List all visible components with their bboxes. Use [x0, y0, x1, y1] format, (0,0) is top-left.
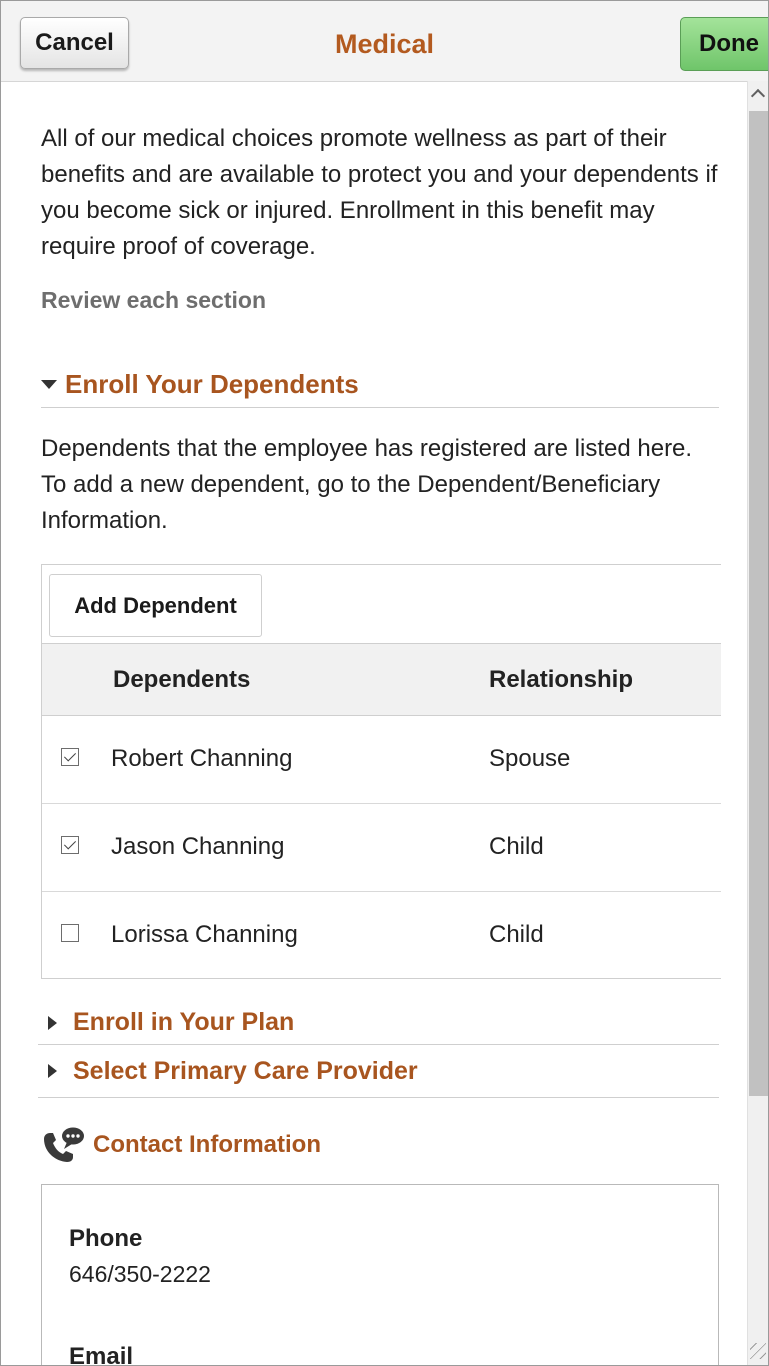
dependents-grid: Add Dependent Dependents Relationship Ro… — [41, 564, 721, 979]
page-title: Medical — [334, 29, 435, 59]
table-row: Jason Channing Child — [42, 803, 721, 892]
column-header-relationship: Relationship — [489, 666, 634, 693]
email-label: Email — [69, 1343, 134, 1366]
dependent-name: Lorissa Channing — [111, 921, 298, 948]
dependent-relationship: Spouse — [489, 745, 571, 772]
section-enroll-dependents-label: Enroll Your Dependents — [65, 368, 359, 399]
section-enroll-plan[interactable]: Enroll in Your Plan — [38, 1001, 719, 1045]
table-row: Lorissa Channing Child — [42, 891, 721, 979]
contact-information-label: Contact Information — [93, 1131, 321, 1158]
triangle-right-icon — [48, 1064, 57, 1078]
section-primary-care[interactable]: Select Primary Care Provider — [38, 1045, 719, 1098]
dependent-name: Robert Channing — [111, 745, 293, 772]
checkbox-icon[interactable] — [61, 924, 79, 942]
phone-chat-icon — [44, 1127, 84, 1162]
checkbox-icon[interactable] — [61, 836, 79, 854]
dependent-name: Jason Channing — [111, 833, 285, 860]
checkbox-icon[interactable] — [61, 748, 79, 766]
section-enroll-dependents[interactable]: Enroll Your Dependents — [41, 361, 719, 408]
triangle-right-icon — [48, 1015, 57, 1030]
chevron-up-icon[interactable] — [750, 88, 766, 104]
resize-grip-icon[interactable] — [750, 1343, 766, 1359]
medical-page: Cancel Medical Done All of our medical c… — [0, 0, 769, 1366]
contact-information-box: Phone 646/350-2222 Email — [41, 1184, 719, 1366]
review-label: Review each section — [41, 287, 266, 313]
dependents-description: Dependents that the employee has registe… — [41, 435, 693, 534]
triangle-down-icon — [41, 379, 57, 389]
phone-label: Phone — [69, 1225, 143, 1252]
column-header-dependents: Dependents — [113, 666, 251, 693]
phone-value: 646/350-2222 — [69, 1261, 211, 1287]
section-primary-care-label: Select Primary Care Provider — [73, 1056, 418, 1085]
dependent-relationship: Child — [489, 833, 544, 860]
table-row: Robert Channing Spouse — [42, 715, 721, 804]
done-button[interactable]: Done — [680, 17, 768, 71]
section-enroll-plan-label: Enroll in Your Plan — [73, 1008, 295, 1036]
grid-header: Dependents Relationship — [42, 643, 721, 716]
page-header: Cancel Medical Done — [1, 1, 768, 82]
intro-text: All of our medical choices promote welln… — [41, 125, 718, 260]
dependent-relationship: Child — [489, 921, 544, 948]
contact-information-heading: Contact Information — [41, 1125, 321, 1165]
add-dependent-button[interactable]: Add Dependent — [49, 574, 262, 637]
vertical-scrollbar[interactable] — [747, 81, 768, 1365]
scrollbar-thumb[interactable] — [749, 111, 768, 1096]
